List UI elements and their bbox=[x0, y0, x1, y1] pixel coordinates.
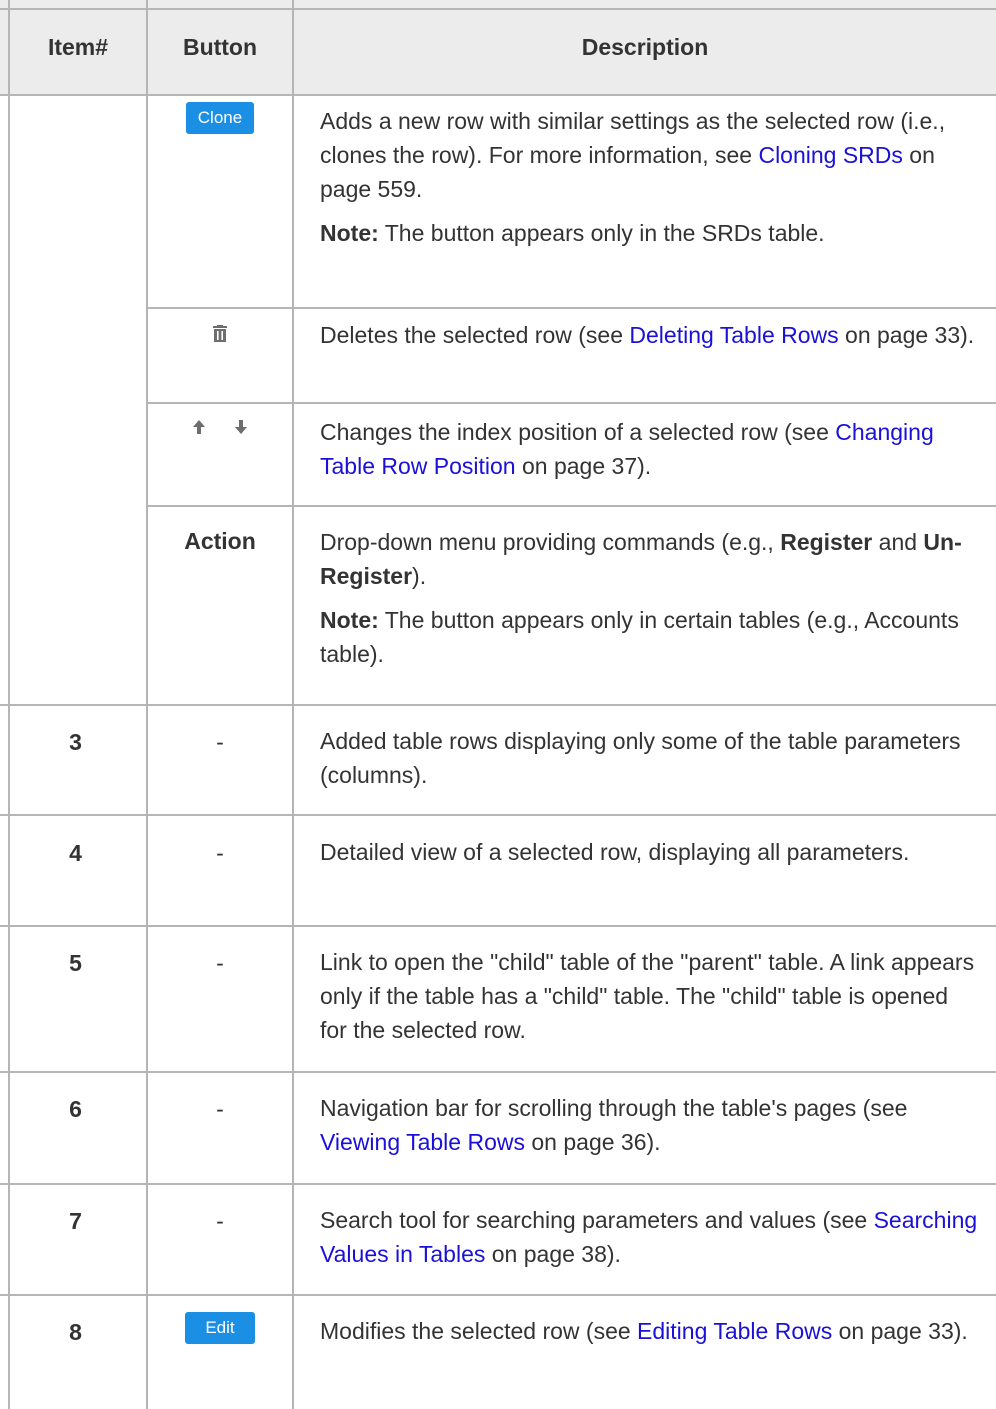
item-number: 7 bbox=[69, 1208, 82, 1234]
edit-button[interactable]: Edit bbox=[185, 1312, 255, 1344]
desc-text: on page 33). bbox=[832, 1318, 968, 1344]
row-6-description: Navigation bar for scrolling through the… bbox=[320, 1091, 980, 1159]
desc-text: Deletes the selected row (see bbox=[320, 322, 630, 348]
desc-text: Drop-down menu providing commands (e.g., bbox=[320, 529, 781, 555]
row-7-description: Search tool for searching parameters and… bbox=[320, 1203, 980, 1271]
clone-button-cell: Clone bbox=[148, 102, 292, 134]
header-button: Button bbox=[182, 33, 258, 60]
grid-line bbox=[0, 1183, 996, 1185]
note-label: Note: bbox=[320, 220, 379, 246]
grid-line bbox=[146, 307, 996, 309]
row-8-description: Modifies the selected row (see Editing T… bbox=[320, 1314, 980, 1348]
desc-text: Changes the index position of a selected… bbox=[320, 419, 836, 445]
button-dash: - bbox=[216, 1096, 224, 1122]
grid-line bbox=[0, 814, 996, 816]
delete-button-cell bbox=[148, 322, 292, 349]
desc-text: on page 37). bbox=[515, 453, 652, 479]
row-5-description: Link to open the "child" table of the "p… bbox=[320, 949, 975, 1043]
deleting-table-rows-link[interactable]: Deleting Table Rows bbox=[629, 322, 838, 348]
desc-text: Navigation bar for scrolling through the… bbox=[320, 1095, 908, 1121]
header-description: Description bbox=[581, 33, 709, 60]
row-3-description: Added table rows displaying only some of… bbox=[320, 728, 961, 788]
desc-text: on page 33). bbox=[838, 322, 975, 348]
move-buttons-cell bbox=[148, 414, 292, 441]
action-description: Drop-down menu providing commands (e.g.,… bbox=[320, 525, 980, 671]
item-number: 3 bbox=[69, 729, 82, 755]
note-text: The button appears only in the SRDs tabl… bbox=[378, 220, 825, 246]
grid-line bbox=[146, 402, 996, 404]
grid-line bbox=[146, 505, 996, 507]
note-text: The button appears only in certain table… bbox=[320, 607, 959, 667]
trash-icon[interactable] bbox=[212, 325, 228, 343]
edit-button-cell: Edit bbox=[148, 1312, 292, 1344]
register-label: Register bbox=[780, 529, 873, 555]
desc-text: on page 38). bbox=[485, 1241, 621, 1267]
cloning-srds-link[interactable]: Cloning SRDs bbox=[758, 142, 902, 168]
desc-text: on page 36). bbox=[525, 1129, 661, 1155]
note-label: Note: bbox=[320, 607, 379, 633]
desc-text: and bbox=[872, 529, 924, 555]
grid-line-header bbox=[0, 94, 996, 96]
action-button-label: Action bbox=[184, 528, 256, 554]
item-number: 6 bbox=[69, 1096, 82, 1122]
grid-line-top bbox=[0, 8, 996, 10]
item-number: 5 bbox=[69, 950, 82, 976]
delete-description: Deletes the selected row (see Deleting T… bbox=[320, 318, 980, 352]
desc-text: Search tool for searching parameters and… bbox=[320, 1207, 874, 1233]
move-description: Changes the index position of a selected… bbox=[320, 415, 980, 483]
desc-text: Modifies the selected row (see bbox=[320, 1318, 638, 1344]
desc-text: ). bbox=[412, 563, 427, 589]
clone-button[interactable]: Clone bbox=[185, 102, 255, 134]
arrow-down-icon[interactable] bbox=[234, 419, 248, 435]
button-dash: - bbox=[216, 840, 224, 866]
grid-line bbox=[0, 704, 996, 706]
button-dash: - bbox=[216, 950, 224, 976]
arrow-up-icon[interactable] bbox=[192, 419, 206, 435]
item-number: 8 bbox=[69, 1319, 82, 1345]
grid-line bbox=[0, 1294, 996, 1296]
clone-description: Adds a new row with similar settings as … bbox=[320, 104, 980, 250]
button-dash: - bbox=[216, 1208, 224, 1234]
header-item: Item# bbox=[47, 33, 109, 60]
grid-line bbox=[0, 925, 996, 927]
item-number: 4 bbox=[69, 840, 82, 866]
button-dash: - bbox=[216, 729, 224, 755]
editing-table-rows-link[interactable]: Editing Table Rows bbox=[637, 1318, 832, 1344]
viewing-table-rows-link[interactable]: Viewing Table Rows bbox=[320, 1129, 525, 1155]
row-4-description: Detailed view of a selected row, display… bbox=[320, 839, 910, 865]
grid-line bbox=[0, 1071, 996, 1073]
